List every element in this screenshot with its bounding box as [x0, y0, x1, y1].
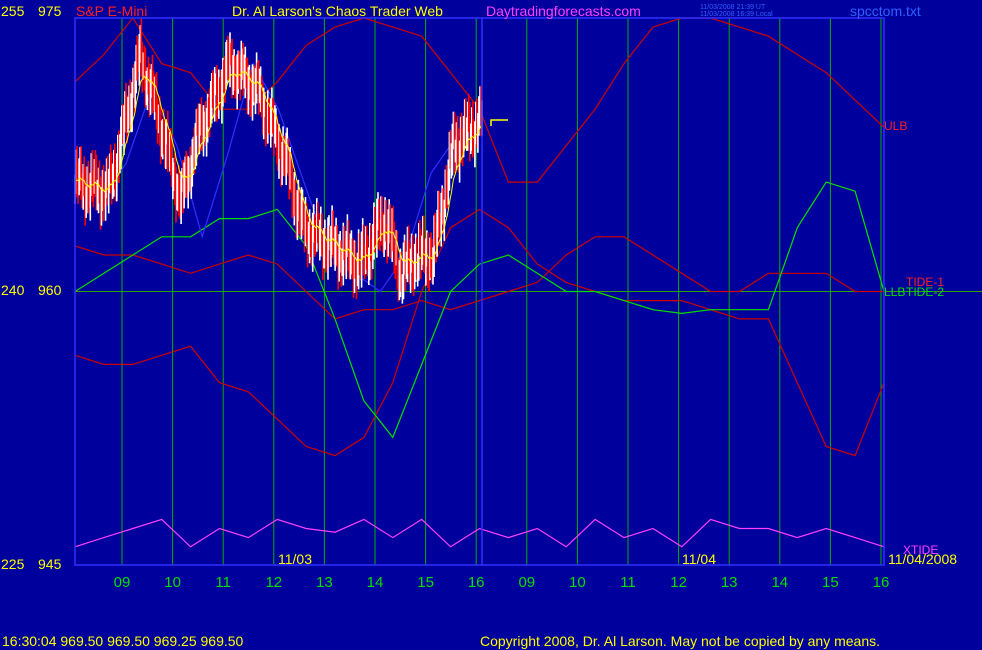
x-tick-label-5: 14 [367, 574, 384, 591]
axis-mid-left: 240 [1, 282, 25, 298]
x-tick-label-7: 16 [468, 574, 485, 591]
ut-stamp: 11/03/2008 21:39 UT [700, 4, 766, 11]
date-label-3: 11/04/2008 [888, 551, 958, 567]
chaos-title: Dr. Al Larson's Chaos Trader Web [232, 3, 443, 19]
x-tick-label-0: 09 [114, 574, 131, 591]
x-tick-label-9: 10 [569, 574, 586, 591]
x-tick-label-6: 15 [417, 574, 434, 591]
axis-bot-left: 225 [1, 556, 25, 572]
price-top-right: 975 [38, 3, 62, 19]
x-tick-label-10: 11 [620, 574, 636, 591]
llb-label: LLB [884, 285, 906, 299]
tide2-label: TIDE-2 [906, 285, 945, 299]
footer-copyright: Copyright 2008, Dr. Al Larson. May not b… [480, 633, 881, 649]
x-tick-label-2: 11 [215, 574, 231, 591]
x-tick-label-1: 10 [164, 574, 181, 591]
chart-canvas: 09 10 11 12 13 14 15 16 09 10 11 12 13 14 15 16 [0, 0, 982, 650]
ulb-label: ULB [884, 119, 908, 133]
date-label-1: 11/03 [278, 551, 312, 567]
date-label-2: 11/04 [682, 551, 716, 567]
x-tick-label-4: 13 [316, 574, 333, 591]
x-tick-label-12: 13 [721, 574, 738, 591]
axis-mid-right: 960 [38, 282, 62, 298]
x-tick-label-3: 12 [265, 574, 282, 591]
axis-bot-right: 945 [38, 556, 62, 572]
x-tick-label-11: 12 [670, 574, 687, 591]
x-tick-label-15: 16 [873, 574, 890, 591]
x-tick-label-8: 09 [518, 574, 535, 591]
price-top-left: 255 [1, 3, 25, 19]
file-label: spcctom.txt [850, 3, 921, 19]
footer-quote: 16:30:04 969.50 969.50 969.25 969.50 [2, 633, 244, 649]
instrument-label: S&P E-Mini [76, 3, 148, 19]
local-stamp: 11/03/2008 16:39 Local [700, 11, 773, 18]
x-tick-label-14: 15 [822, 574, 839, 591]
x-tick-label-13: 14 [771, 574, 788, 591]
site-label: Daytradingforecasts.com [486, 3, 641, 19]
